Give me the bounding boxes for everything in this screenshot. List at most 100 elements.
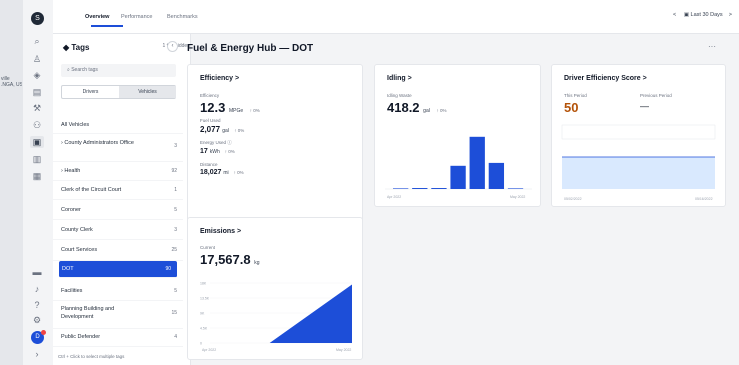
search-icon: ⌕ [67, 67, 70, 73]
map-label: ville .NGA, US [1, 76, 23, 88]
x-tick-label: May 2022 [336, 348, 351, 352]
date-range-selector[interactable]: < ▣ Last 30 Days > [673, 12, 732, 18]
metric-label: Efficiency [200, 93, 220, 98]
x-tick-label: 05/16/2022 [695, 197, 713, 201]
toggle-drivers[interactable]: Drivers [62, 86, 119, 98]
tags-footer-hint: Ctrl + Click to select multiple tags [58, 354, 125, 359]
tag-icon: ◆ [63, 43, 70, 52]
score-chart-band [561, 124, 716, 140]
document-icon[interactable]: ▥ [30, 153, 44, 165]
tag-row[interactable]: › Health 92 [53, 162, 183, 181]
tags-title: ◆ Tags [63, 43, 90, 52]
metric-value: 12.3 MPGe ↑ 0% [200, 100, 260, 115]
toggle-vehicles[interactable]: Vehicles [119, 86, 176, 98]
tag-row[interactable]: County Clerk 3 [53, 220, 183, 240]
y-tick-label: 9K [200, 312, 205, 316]
main-content: Fuel & Energy Hub — DOT ··· Efficiency >… [187, 34, 739, 365]
search-icon[interactable]: ⌕ [30, 35, 44, 47]
metric-value: 17 kWh ↑ 0% [200, 148, 235, 155]
idling-bar [488, 162, 505, 189]
idling-label: Idling Waste [387, 93, 412, 98]
shield-icon[interactable]: ◈ [30, 69, 44, 81]
fuel-icon[interactable]: ▣ [30, 136, 44, 148]
tab-performance[interactable]: Performance [121, 14, 153, 20]
prev-period-icon[interactable]: < [673, 12, 676, 18]
emissions-value: 17,567.8 kg [200, 252, 260, 267]
tag-row[interactable]: › County Administrators Office 3 [53, 134, 183, 162]
x-tick-label: May 2022 [510, 195, 525, 199]
tag-row[interactable]: Coroner 5 [53, 200, 183, 220]
tag-row[interactable]: Clerk of the Circuit Court 1 [53, 181, 183, 200]
info-icon[interactable]: ⓘ [227, 140, 232, 145]
y-tick-label: 18K [200, 282, 207, 286]
top-bar: Overview Performance Benchmarks < ▣ Last… [53, 0, 739, 34]
driver-score-card: Driver Efficiency Score > This Period 50… [551, 64, 726, 207]
notification-dot [41, 330, 46, 335]
metric-label: Distance [200, 162, 218, 167]
y-tick-label: 0 [200, 342, 202, 346]
reports-icon[interactable]: ▦ [30, 170, 44, 182]
efficiency-title[interactable]: Efficiency > [200, 75, 239, 82]
tags-panel: ◆ Tags 1 tag hidden ⌕ Search tags Driver… [53, 34, 191, 365]
idling-bar-chart: Apr 2022 May 2022 [385, 136, 532, 199]
y-tick-label: 4.5K [200, 327, 208, 331]
date-range-label[interactable]: Last 30 Days [691, 12, 723, 18]
efficiency-card: Efficiency > Efficiency 12.3 MPGe ↑ 0% F… [187, 64, 363, 238]
metric-label: Fuel Used [200, 118, 221, 123]
emissions-area [210, 284, 352, 343]
tag-row[interactable]: Public Defender 4 [53, 329, 183, 347]
tag-row-selected[interactable]: DOT 90 [59, 261, 177, 278]
help-icon[interactable]: ? [30, 299, 44, 311]
chat-icon[interactable]: ▬ [30, 266, 44, 278]
wrench-icon[interactable]: ⚒ [30, 102, 44, 114]
users-icon[interactable]: ♙ [30, 53, 44, 65]
bell-icon[interactable]: ♪ [30, 283, 44, 295]
tag-search-input[interactable]: ⌕ Search tags [61, 64, 176, 77]
metric-value: 2,077 gal ↑ 0% [200, 125, 245, 134]
more-options-icon[interactable]: ··· [708, 42, 716, 51]
idling-card: Idling > Idling Waste 418.2 gal ↑ 0% Apr… [374, 64, 541, 207]
metric-label: Energy Used ⓘ [200, 140, 232, 145]
this-period-value: 50 [564, 100, 579, 115]
tab-overview[interactable]: Overview [85, 14, 109, 20]
idling-bar [412, 188, 428, 189]
driver-score-title[interactable]: Driver Efficiency Score > [564, 75, 647, 82]
emissions-area-chart: Apr 2022 May 2022 0 4.5K 9K 13.5K 18K [200, 282, 352, 352]
page-title: Fuel & Energy Hub — DOT [187, 43, 314, 54]
x-tick-label: 05/02/2022 [564, 197, 582, 201]
calendar-icon: ▣ [683, 12, 690, 18]
previous-period-value: — [640, 101, 649, 111]
tag-row[interactable]: Facilities 5 [53, 281, 183, 301]
tab-benchmarks[interactable]: Benchmarks [167, 14, 198, 20]
score-area [562, 157, 715, 189]
nav-rail: S ⌕ ♙ ◈ ▤ ⚒ ⚇ ▣ ▥ ▦ ▬ ♪ ? ⚙ D › [23, 0, 53, 365]
x-tick-label: Apr 2022 [202, 348, 216, 352]
x-tick-label: Apr 2022 [387, 195, 401, 199]
metric-value: 18,027 mi ↑ 0% [200, 169, 244, 176]
drivers-vehicles-toggle: Drivers Vehicles [61, 85, 176, 99]
logo-icon[interactable]: S [31, 12, 44, 25]
expand-rail-icon[interactable]: › [30, 348, 44, 360]
gear-icon[interactable]: ⚙ [30, 314, 44, 326]
route-icon[interactable]: ▤ [30, 86, 44, 98]
collapse-panel-button[interactable]: ‹ [167, 41, 178, 52]
tag-row[interactable]: Court Services 25 [53, 240, 183, 261]
people-icon[interactable]: ⚇ [30, 119, 44, 131]
driver-score-chart: 05/02/2022 05/16/2022 [561, 124, 716, 201]
tag-row[interactable]: Planning Building and Development 15 [53, 301, 183, 329]
app-window: S ⌕ ♙ ◈ ▤ ⚒ ⚇ ▣ ▥ ▦ ▬ ♪ ? ⚙ D › Overview… [22, 0, 739, 365]
emissions-card: Emissions > Current 17,567.8 kg Apr 2022… [187, 217, 363, 360]
idling-bar [393, 188, 409, 189]
idling-bar [450, 165, 466, 189]
emissions-title[interactable]: Emissions > [200, 228, 241, 235]
idling-bar [431, 188, 447, 189]
emissions-label: Current [200, 245, 216, 250]
idling-bar [507, 188, 524, 189]
tag-row[interactable]: All Vehicles [53, 116, 183, 134]
idling-title[interactable]: Idling > [387, 75, 412, 82]
active-tab-indicator [91, 25, 123, 27]
idling-value: 418.2 gal ↑ 0% [387, 100, 447, 115]
previous-period-label: Previous Period [640, 93, 672, 98]
y-tick-label: 13.5K [200, 297, 210, 301]
next-period-icon[interactable]: > [729, 12, 732, 18]
